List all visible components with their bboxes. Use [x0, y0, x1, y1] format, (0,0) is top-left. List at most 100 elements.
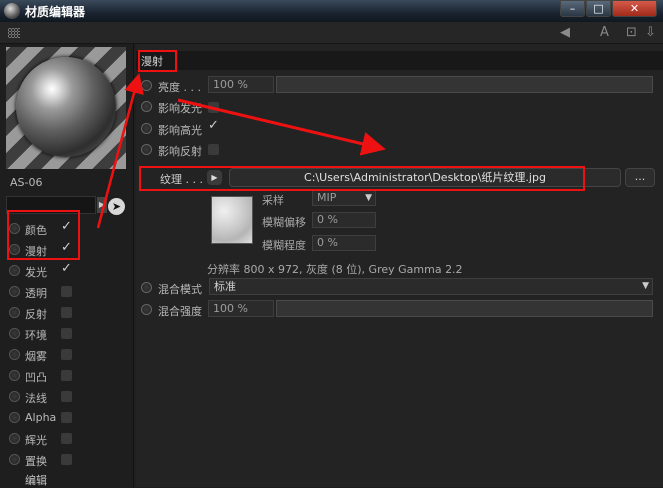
- channel-checkbox[interactable]: [61, 391, 72, 402]
- channel-checkbox[interactable]: [61, 349, 72, 360]
- channel-radio[interactable]: [9, 391, 20, 402]
- text-icon[interactable]: A: [600, 26, 609, 40]
- channel-item[interactable]: 法线: [0, 386, 130, 407]
- channel-item[interactable]: 烟雾: [0, 344, 130, 365]
- channel-label: 发光: [25, 266, 47, 279]
- section-header: [136, 51, 663, 70]
- channel-label: 法线: [25, 392, 47, 405]
- blend-mode-select[interactable]: 标准 ▼: [209, 278, 653, 295]
- channel-checkbox[interactable]: [61, 433, 72, 444]
- maximize-button[interactable]: □: [586, 0, 611, 17]
- blend-mode-label: 混合模式: [158, 283, 202, 296]
- channel-label: 凹凸: [25, 371, 47, 384]
- channel-radio[interactable]: [9, 307, 20, 318]
- option-radio[interactable]: [141, 101, 152, 112]
- channel-label: 环境: [25, 329, 47, 342]
- channel-radio[interactable]: [9, 433, 20, 444]
- edit-label[interactable]: 编辑: [25, 472, 47, 488]
- blend-strength-label: 混合强度: [158, 305, 202, 318]
- option-row: 影响发光: [141, 97, 341, 116]
- option-label: 影响反射: [158, 145, 202, 158]
- brightness-label: 亮度 . . .: [158, 81, 201, 94]
- blur-degree-label: 模糊程度: [262, 239, 306, 252]
- window-title: 材质编辑器: [25, 5, 86, 19]
- option-row: 影响反射: [141, 140, 341, 159]
- blend-mode-radio[interactable]: [141, 282, 152, 293]
- blur-degree-value[interactable]: 0 %: [312, 235, 376, 251]
- material-name: AS-06: [10, 176, 43, 189]
- channel-item[interactable]: 置换: [0, 449, 130, 470]
- lock-icon[interactable]: ⊡: [626, 26, 637, 40]
- channel-radio[interactable]: [9, 286, 20, 297]
- channel-item[interactable]: 透明: [0, 281, 130, 302]
- arrow-back-icon[interactable]: ◀: [560, 26, 570, 40]
- channel-checkbox[interactable]: [61, 307, 72, 318]
- blend-strength-value[interactable]: 100 %: [208, 300, 274, 317]
- left-panel: AS-06 ▶ ➤ 颜色 ✓ 漫射 ✓ 发光 ✓ 透明 反射 环境 烟雾 凹凸 法线 …: [0, 44, 134, 487]
- blend-strength-radio[interactable]: [141, 304, 152, 315]
- option-row: 影响高光: [141, 119, 341, 138]
- channel-item[interactable]: 环境: [0, 323, 130, 344]
- grip-icon[interactable]: [8, 28, 20, 38]
- channel-label: 置换: [25, 455, 47, 468]
- option-radio[interactable]: [141, 123, 152, 134]
- blend-mode-row: 混合模式: [141, 278, 211, 297]
- chevron-down-icon: ▼: [642, 281, 649, 291]
- channel-radio[interactable]: [9, 454, 20, 465]
- blend-strength-slider[interactable]: [276, 300, 653, 317]
- channel-checkbox[interactable]: [61, 412, 72, 423]
- channel-checkbox[interactable]: [61, 286, 72, 297]
- blend-strength-row: 混合强度: [141, 300, 211, 319]
- option-label: 影响发光: [158, 102, 202, 115]
- app-icon: [4, 3, 20, 19]
- close-button[interactable]: ✕: [612, 0, 657, 17]
- channel-label: 烟雾: [25, 350, 47, 363]
- texture-browse-button[interactable]: ...: [625, 168, 655, 187]
- expand-arrow-icon[interactable]: ▶: [97, 197, 107, 213]
- chevron-down-icon: ▼: [365, 193, 372, 203]
- channel-radio[interactable]: [9, 370, 20, 381]
- material-editor-window: 材质编辑器 – □ ✕ ◀ A ⊡ ⇩ AS-06 ▶ ➤ 颜色 ✓ 漫射 ✓ 发光…: [0, 0, 663, 487]
- channel-item[interactable]: 凹凸: [0, 365, 130, 386]
- annotation-box-channels: [7, 210, 80, 260]
- channel-radio[interactable]: [9, 328, 20, 339]
- blur-offset-value[interactable]: 0 %: [312, 212, 376, 228]
- channel-radio[interactable]: [9, 265, 20, 276]
- sampling-select[interactable]: MIP ▼: [312, 190, 376, 206]
- preview-sphere: [16, 57, 116, 157]
- material-preview[interactable]: [6, 47, 126, 169]
- texture-info: 分辨率 800 x 972, 灰度 (8 位), Grey Gamma 2.2: [207, 263, 463, 276]
- annotation-box-texture: [139, 166, 585, 191]
- option-label: 影响高光: [158, 124, 202, 137]
- toolbar: ◀ A ⊡ ⇩: [0, 22, 663, 44]
- brightness-radio[interactable]: [141, 80, 152, 91]
- brightness-value[interactable]: 100 %: [208, 76, 274, 93]
- option-radio[interactable]: [141, 144, 152, 155]
- channel-radio[interactable]: [9, 349, 20, 360]
- channel-item[interactable]: 反射: [0, 302, 130, 323]
- annotation-box-section: [138, 50, 177, 72]
- minimize-button[interactable]: –: [560, 0, 585, 17]
- channel-label: 辉光: [25, 434, 47, 447]
- blur-offset-label: 模糊偏移: [262, 216, 306, 229]
- channel-item[interactable]: Alpha: [0, 407, 130, 428]
- option-checkbox[interactable]: [208, 144, 219, 155]
- channel-item[interactable]: 辉光: [0, 428, 130, 449]
- brightness-slider[interactable]: [276, 76, 653, 93]
- check-icon[interactable]: ✓: [61, 261, 72, 276]
- channel-label: 反射: [25, 308, 47, 321]
- check-icon[interactable]: ✓: [208, 118, 219, 133]
- save-icon[interactable]: ⇩: [645, 26, 656, 40]
- channel-checkbox[interactable]: [61, 370, 72, 381]
- channel-item[interactable]: 发光 ✓: [0, 260, 130, 281]
- option-checkbox[interactable]: [208, 102, 219, 113]
- channel-checkbox[interactable]: [61, 328, 72, 339]
- channel-label: Alpha: [25, 411, 57, 424]
- channel-radio[interactable]: [9, 412, 20, 423]
- channel-checkbox[interactable]: [61, 454, 72, 465]
- title-bar: 材质编辑器 – □ ✕: [0, 0, 663, 22]
- sampling-value: MIP: [317, 191, 337, 204]
- sampling-label: 采样: [262, 194, 284, 207]
- channel-label: 透明: [25, 287, 47, 300]
- pick-cursor-icon[interactable]: ➤: [108, 198, 125, 215]
